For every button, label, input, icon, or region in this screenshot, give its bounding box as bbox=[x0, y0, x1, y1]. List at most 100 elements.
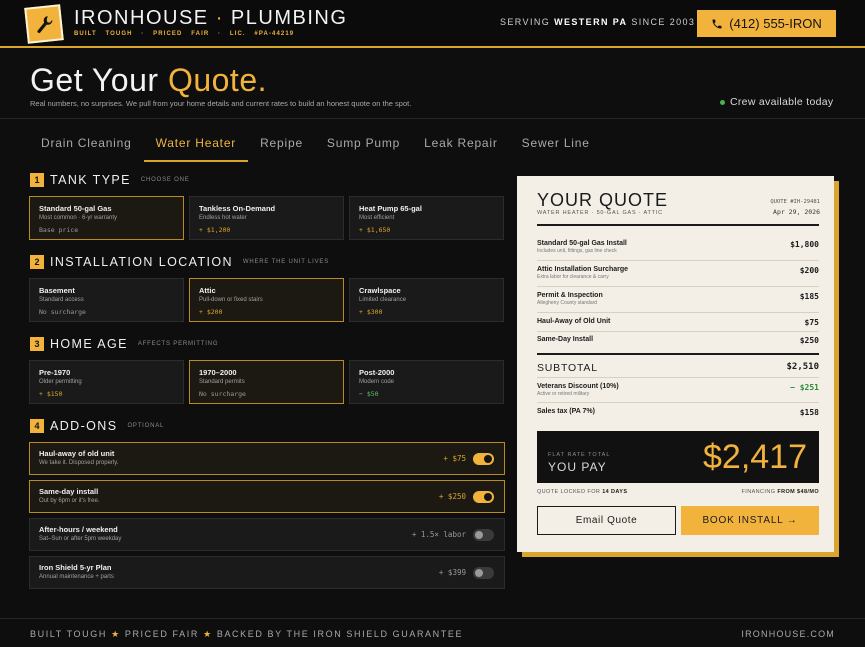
addon-title: Haul-away of old unit bbox=[39, 449, 115, 458]
addon-toggle[interactable] bbox=[473, 567, 494, 579]
phone-label: (412) 555-IRON bbox=[729, 16, 822, 31]
tab-leak-repair[interactable]: Leak Repair bbox=[412, 130, 510, 162]
option-title: Post-2000 bbox=[359, 368, 395, 377]
addon-desc: Annual maintenance + parts bbox=[39, 574, 114, 580]
option-heat-pump[interactable]: Heat Pump 65-gal Most efficient + $1,650 bbox=[349, 196, 504, 240]
line-note: Includes unit, fittings, gas line check bbox=[537, 248, 617, 254]
option-1970-2000[interactable]: 1970–2000 Standard permits No surcharge bbox=[189, 360, 344, 404]
addon-toggle[interactable] bbox=[473, 453, 494, 465]
tab-sewer-line[interactable]: Sewer Line bbox=[510, 130, 602, 162]
option-price: No surcharge bbox=[199, 390, 246, 398]
addon-iron-shield[interactable]: Iron Shield 5-yr Plan Annual maintenance… bbox=[29, 556, 505, 589]
book-install-button[interactable]: BOOK INSTALL → bbox=[681, 506, 819, 535]
tab-sump-pump[interactable]: Sump Pump bbox=[315, 130, 412, 162]
tab-drain-cleaning[interactable]: Drain Cleaning bbox=[30, 130, 144, 162]
line-amount: $75 bbox=[804, 318, 819, 327]
lock-days: 14 DAYS bbox=[602, 489, 628, 495]
star-icon: ★ bbox=[203, 629, 213, 639]
brand-trade: PLUMBING bbox=[230, 7, 348, 29]
section-tank-type: 1 TANK TYPE CHOOSE ONE bbox=[30, 173, 190, 187]
financing-note: FINANCING FROM $48/MO bbox=[742, 489, 819, 495]
line-divider bbox=[537, 402, 819, 403]
you-pay-label: YOU PAY bbox=[548, 460, 607, 474]
addon-price: + $75 bbox=[443, 454, 466, 463]
section-title: INSTALLATION LOCATION bbox=[50, 255, 233, 269]
financing-value: FROM $48/MO bbox=[777, 489, 819, 495]
addon-same-day[interactable]: Same-day install Out by 6pm or it's free… bbox=[29, 480, 505, 513]
option-desc: Most efficient bbox=[359, 215, 395, 221]
service-area: SERVING WESTERN PA SINCE 2003 bbox=[500, 17, 695, 27]
line-divider bbox=[537, 260, 819, 261]
line-name: Haul-Away of Old Unit bbox=[537, 318, 611, 325]
option-desc: Standard access bbox=[39, 297, 84, 303]
site-header: IRONHOUSE · PLUMBING BUILT TOUGH · PRICE… bbox=[0, 0, 865, 48]
option-desc: Most common · 6-yr warranty bbox=[39, 215, 118, 221]
option-desc: Standard permits bbox=[199, 379, 245, 385]
tab-water-heater[interactable]: Water Heater bbox=[143, 130, 249, 162]
step-number: 3 bbox=[30, 337, 44, 351]
option-title: Tankless On-Demand bbox=[199, 204, 276, 213]
section-installation-location: 2 INSTALLATION LOCATION WHERE THE UNIT L… bbox=[30, 255, 329, 269]
line-name: Standard 50-gal Gas Install bbox=[537, 240, 627, 247]
phone-button[interactable]: (412) 555-IRON bbox=[697, 10, 836, 37]
motto-part: BACKED BY THE IRON SHIELD GUARANTEE bbox=[216, 629, 464, 639]
addon-title: Same-day install bbox=[39, 487, 99, 496]
addon-toggle[interactable] bbox=[473, 529, 494, 541]
addon-after-hours[interactable]: After-hours / weekend Sat–Sun or after 5… bbox=[29, 518, 505, 551]
crew-status: Crew available today bbox=[720, 96, 833, 108]
option-pre-1970[interactable]: Pre-1970 Older permitting + $150 bbox=[29, 360, 184, 404]
section-title: TANK TYPE bbox=[50, 173, 131, 187]
line-name: Veterans Discount (10%) bbox=[537, 383, 619, 390]
addon-haul-away[interactable]: Haul-away of old unit We take it. Dispos… bbox=[29, 442, 505, 475]
option-standard-gas[interactable]: Standard 50-gal Gas Most common · 6-yr w… bbox=[29, 196, 184, 240]
option-title: Standard 50-gal Gas bbox=[39, 204, 112, 213]
step-number: 1 bbox=[30, 173, 44, 187]
option-tankless[interactable]: Tankless On-Demand Endless hot water + $… bbox=[189, 196, 344, 240]
status-dot-icon bbox=[720, 99, 725, 105]
line-amount: $1,800 bbox=[790, 240, 819, 249]
addon-toggle[interactable] bbox=[473, 491, 494, 503]
toggle-knob bbox=[475, 531, 483, 539]
step-number: 4 bbox=[30, 419, 44, 433]
quote-line-item: Permit & Inspection Allegheny County sta… bbox=[537, 292, 819, 306]
option-title: Attic bbox=[199, 286, 216, 295]
option-title: Crawlspace bbox=[359, 286, 401, 295]
serving-suffix: SINCE 2003 bbox=[631, 17, 696, 27]
quote-line-item: Same-Day Install $250 bbox=[537, 336, 819, 345]
option-crawlspace[interactable]: Crawlspace Limited clearance + $300 bbox=[349, 278, 504, 322]
title-accent: Quote. bbox=[167, 62, 267, 98]
option-desc: Limited clearance bbox=[359, 297, 407, 303]
motto-part: BUILT TOUGH bbox=[30, 629, 107, 639]
serving-region: WESTERN PA bbox=[554, 17, 628, 27]
footer-site-link[interactable]: IRONHOUSE.COM bbox=[741, 629, 835, 639]
quote-lock-note: QUOTE LOCKED FOR 14 DAYS bbox=[537, 489, 627, 495]
line-amount: − $251 bbox=[790, 383, 819, 392]
page-subtitle: Real numbers, no surprises. We pull from… bbox=[30, 99, 412, 108]
addon-price: + $250 bbox=[438, 492, 466, 501]
email-quote-button[interactable]: Email Quote bbox=[537, 506, 676, 535]
tab-repipe[interactable]: Repipe bbox=[248, 130, 315, 162]
title-main: Get Your bbox=[30, 62, 159, 98]
lock-prefix: QUOTE LOCKED FOR bbox=[537, 489, 601, 495]
section-hint: CHOOSE ONE bbox=[140, 177, 190, 183]
brand-name[interactable]: IRONHOUSE · PLUMBING bbox=[74, 7, 347, 30]
addon-title: Iron Shield 5-yr Plan bbox=[39, 563, 112, 572]
subtotal-rule bbox=[537, 353, 819, 355]
divider bbox=[0, 118, 865, 119]
crew-status-label: Crew available today bbox=[730, 96, 834, 108]
flat-rate-label: FLAT RATE TOTAL bbox=[548, 452, 611, 458]
line-note: Extra labor for clearance & carry bbox=[537, 274, 609, 280]
addon-price: + $399 bbox=[438, 568, 466, 577]
option-price: + $300 bbox=[359, 308, 383, 316]
addon-desc: We take it. Disposed properly. bbox=[39, 460, 119, 466]
option-basement[interactable]: Basement Standard access No surcharge bbox=[29, 278, 184, 322]
quote-line-item: Haul-Away of Old Unit $75 bbox=[537, 318, 819, 327]
section-add-ons: 4 ADD-ONS OPTIONAL bbox=[30, 419, 164, 433]
option-price: + $150 bbox=[39, 390, 63, 398]
addon-desc: Out by 6pm or it's free. bbox=[39, 498, 100, 504]
option-post-2000[interactable]: Post-2000 Modern code − $50 bbox=[349, 360, 504, 404]
brand-tagline: BUILT TOUGH · PRICED FAIR · LIC. #PA-442… bbox=[74, 31, 295, 37]
logo[interactable] bbox=[24, 4, 64, 44]
option-attic[interactable]: Attic Pull-down or fixed stairs + $200 bbox=[189, 278, 344, 322]
section-home-age: 3 HOME AGE AFFECTS PERMITTING bbox=[30, 337, 218, 351]
